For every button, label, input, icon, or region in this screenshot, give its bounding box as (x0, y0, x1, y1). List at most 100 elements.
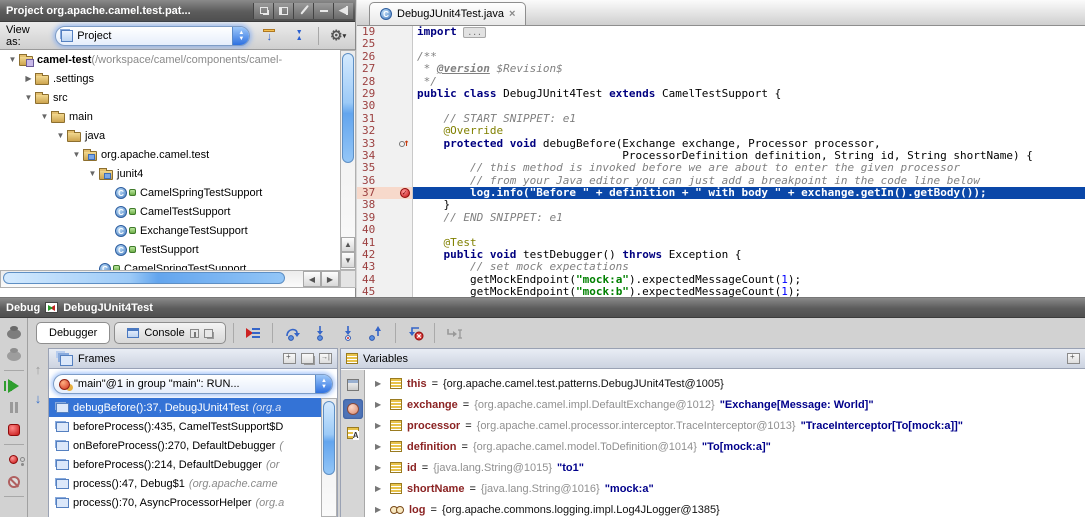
hide-window-icon[interactable]: ◀ (333, 3, 353, 19)
code-text[interactable]: getMockEndpoint("mock:a").expectedMessag… (413, 274, 1085, 286)
code-text[interactable] (413, 100, 1085, 112)
dock-right-icon[interactable] (319, 353, 332, 364)
tree-item-cameltestsupport[interactable]: CCamelTestSupport (0, 202, 340, 221)
settings-gear-icon[interactable]: ⚙▾ (327, 26, 349, 46)
project-tree-horizontal-scrollbar[interactable]: ◀ ▶ (0, 270, 340, 288)
expand-arrow-icon[interactable]: ▶ (375, 505, 385, 514)
expand-arrow-icon[interactable]: ▶ (375, 400, 385, 409)
stop-program-icon[interactable] (4, 420, 24, 439)
code-text[interactable]: // END SNIPPET: e1 (413, 212, 1085, 224)
tree-item-camelspringtestsupport[interactable]: CCamelSpringTestSupport (0, 259, 340, 270)
float-frames-icon[interactable] (301, 353, 314, 364)
code-text[interactable]: ProcessorDefinition definition, String i… (413, 150, 1085, 162)
code-editor[interactable]: 19import ...25 26/**27 * @version $Revis… (357, 26, 1085, 297)
variable-row-exchange[interactable]: ▶exchange = {org.apache.camel.impl.Defau… (365, 394, 1085, 415)
gutter[interactable]: 35 (357, 162, 413, 174)
expanded-arrow-icon[interactable]: ▼ (38, 112, 51, 121)
gutter[interactable]: 43 (357, 261, 413, 273)
view-as-dropdown[interactable]: Project ▲▼ (55, 26, 250, 46)
gutter[interactable]: 25 (357, 38, 413, 50)
gutter[interactable]: 27 (357, 63, 413, 75)
step-into-icon[interactable] (308, 322, 332, 344)
tree-item--settings[interactable]: ▶.settings (0, 69, 340, 88)
step-over-icon[interactable] (280, 322, 304, 344)
scrollbar-thumb[interactable] (3, 272, 285, 284)
scrollbar-thumb[interactable] (342, 53, 354, 163)
minimize-window-icon[interactable] (313, 3, 333, 19)
mute-breakpoints-icon[interactable] (4, 472, 24, 491)
code-text[interactable]: @Override (413, 125, 1085, 137)
resume-program-icon[interactable] (4, 376, 24, 395)
tree-item-src[interactable]: ▼src (0, 88, 340, 107)
code-text[interactable]: getMockEndpoint("mock:b").expectedMessag… (413, 286, 1085, 297)
autoscroll-to-source-icon[interactable]: ↓ (258, 26, 280, 46)
frame-up-icon[interactable]: ↑ (35, 362, 42, 377)
editor-tab-debugjunit4test[interactable]: C DebugJUnit4Test.java × (369, 2, 526, 25)
rerun-debugger-icon[interactable] (4, 324, 24, 343)
sort-alphabetically-icon[interactable] (343, 423, 363, 443)
code-text[interactable]: } (413, 199, 1085, 211)
collapse-all-icon[interactable]: ▼▲ (288, 26, 310, 46)
expanded-arrow-icon[interactable]: ▼ (70, 150, 83, 159)
expand-arrow-icon[interactable]: ▶ (375, 442, 385, 451)
code-text[interactable]: public class DebugJUnit4Test extends Cam… (413, 88, 1085, 100)
popup-frames-icon[interactable] (283, 353, 296, 364)
code-text[interactable]: // START SNIPPET: e1 (413, 113, 1085, 125)
scroll-left-icon[interactable]: ◀ (303, 271, 321, 287)
gutter[interactable]: 40 (357, 224, 413, 236)
gutter[interactable]: 32 (357, 125, 413, 137)
breakpoint-gutter-icon[interactable]: ✓ (397, 188, 412, 198)
variable-row-id[interactable]: ▶id = {java.lang.String@1015}"to1" (365, 457, 1085, 478)
stack-frame-row[interactable]: debugBefore():37, DebugJUnit4Test (org.a (49, 398, 321, 417)
tree-item-camel-test[interactable]: ▼camel-test (/workspace/camel/components… (0, 50, 340, 69)
gutter[interactable]: 30 (357, 100, 413, 112)
code-text[interactable]: import ... (413, 26, 1085, 38)
breakpoint-icon[interactable]: ✓ (400, 188, 410, 198)
code-text[interactable]: @Test (413, 237, 1085, 249)
tab-console[interactable]: Console (114, 322, 225, 344)
frames-vertical-scrollbar[interactable] (321, 398, 337, 517)
expanded-arrow-icon[interactable]: ▼ (54, 131, 67, 140)
gutter[interactable]: 38 (357, 199, 413, 211)
force-step-into-icon[interactable] (336, 322, 360, 344)
stack-frame-row[interactable]: beforeProcess():214, DefaultDebugger (or (49, 455, 321, 474)
scrollbar-thumb[interactable] (323, 401, 335, 475)
step-out-icon[interactable] (364, 322, 388, 344)
override-gutter-icon[interactable]: ↑ (397, 138, 412, 150)
tree-item-main[interactable]: ▼main (0, 107, 340, 126)
float-variables-icon[interactable] (1067, 353, 1080, 364)
variable-row-definition[interactable]: ▶definition = {org.apache.camel.model.To… (365, 436, 1085, 457)
run-to-cursor-icon[interactable] (442, 322, 466, 344)
collapsed-arrow-icon[interactable]: ▶ (22, 74, 35, 83)
thread-dropdown[interactable]: "main"@1 in group "main": RUN... ▲▼ (53, 374, 333, 394)
float-tab-icon[interactable] (204, 329, 213, 338)
code-text[interactable]: // set mock expectations (413, 261, 1085, 273)
tree-item-org-apache-camel-test[interactable]: ▼org.apache.camel.test (0, 145, 340, 164)
code-text[interactable]: protected void debugBefore(Exchange exch… (413, 138, 1085, 150)
expand-arrow-icon[interactable]: ▶ (375, 421, 385, 430)
expanded-arrow-icon[interactable]: ▼ (22, 93, 35, 102)
tree-item-java[interactable]: ▼java (0, 126, 340, 145)
frame-down-icon[interactable]: ↓ (35, 391, 42, 406)
expand-arrow-icon[interactable]: ▶ (375, 379, 385, 388)
pause-program-icon[interactable] (4, 398, 24, 417)
stack-frame-row[interactable]: process():47, Debug$1 (org.apache.came (49, 474, 321, 493)
variable-row-log[interactable]: ▶log = {org.apache.commons.logging.impl.… (365, 499, 1085, 517)
pin-window-icon[interactable] (293, 3, 313, 19)
tree-item-camelspringtestsupport[interactable]: CCamelSpringTestSupport (0, 183, 340, 202)
expand-arrow-icon[interactable]: ▶ (375, 463, 385, 472)
stack-frame-row[interactable]: process():70, AsyncProcessorHelper (org.… (49, 493, 321, 512)
code-text[interactable]: public void testDebugger() throws Except… (413, 249, 1085, 261)
project-tree-vertical-scrollbar[interactable]: ▲ ▼ (340, 50, 356, 270)
pin-tab-icon[interactable] (190, 329, 199, 338)
variable-row-shortName[interactable]: ▶shortName = {java.lang.String@1016}"moc… (365, 478, 1085, 499)
close-tab-icon[interactable]: × (509, 8, 515, 20)
expanded-arrow-icon[interactable]: ▼ (86, 169, 99, 178)
code-text[interactable]: /** (413, 51, 1085, 63)
dock-window-icon[interactable] (273, 3, 293, 19)
evaluate-expression-icon[interactable] (343, 375, 363, 395)
current-execution-line[interactable]: log.info("Before " + definition + " with… (413, 187, 1085, 199)
gutter[interactable]: 45 (357, 286, 413, 297)
variable-row-this[interactable]: ▶this = {org.apache.camel.test.patterns.… (365, 373, 1085, 394)
show-execution-point-icon[interactable] (241, 322, 265, 344)
